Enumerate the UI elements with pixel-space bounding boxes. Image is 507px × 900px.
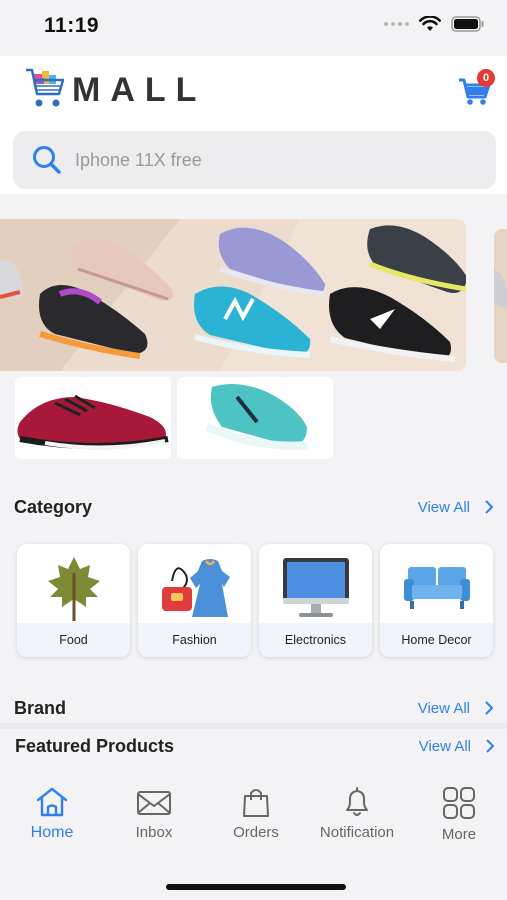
leaf-icon bbox=[47, 557, 100, 621]
search-input[interactable] bbox=[75, 149, 455, 171]
nav-label: More bbox=[441, 826, 477, 843]
featured-view-all-link[interactable]: View All bbox=[419, 738, 495, 755]
thumbnail-red-shoe[interactable] bbox=[15, 377, 171, 459]
home-icon bbox=[36, 787, 68, 817]
bell-icon bbox=[346, 787, 368, 816]
status-icons bbox=[384, 16, 485, 32]
brand-section-header: Brand View All bbox=[14, 695, 494, 721]
category-label: Electronics bbox=[259, 623, 372, 657]
grid-icon bbox=[443, 787, 475, 819]
mall-logo[interactable]: MALL bbox=[24, 68, 206, 112]
status-time: 11:19 bbox=[44, 14, 100, 37]
teal-shoe-image bbox=[177, 377, 333, 459]
featured-products-title: Featured Products bbox=[15, 735, 175, 756]
shopping-cart-logo-icon bbox=[26, 68, 64, 107]
nav-inbox[interactable]: Inbox bbox=[109, 786, 199, 841]
shopping-bag-icon bbox=[243, 789, 269, 817]
header: MALL 0 bbox=[0, 56, 507, 194]
fashion-icon bbox=[161, 559, 230, 617]
wifi-icon bbox=[419, 16, 441, 31]
featured-section-header: Featured Products View All bbox=[15, 733, 495, 759]
nav-orders[interactable]: Orders bbox=[211, 786, 301, 841]
bottom-navigation: Home Inbox Orders Notification More bbox=[0, 778, 507, 900]
chevron-right-icon bbox=[485, 500, 494, 514]
category-view-all-link[interactable]: View All bbox=[418, 499, 494, 516]
status-bar: 11:19 bbox=[0, 0, 507, 56]
view-all-label: View All bbox=[418, 737, 471, 755]
search-icon bbox=[33, 146, 61, 174]
category-card-home-decor[interactable]: Home Decor bbox=[380, 544, 493, 657]
category-label: Fashion bbox=[138, 623, 251, 657]
cart-count-badge: 0 bbox=[477, 69, 495, 87]
category-title: Category bbox=[14, 496, 93, 517]
category-list: Food Fashion Electronics Home Decor bbox=[17, 544, 493, 657]
category-card-fashion[interactable]: Fashion bbox=[138, 544, 251, 657]
view-all-label: View All bbox=[417, 699, 470, 717]
chevron-right-icon bbox=[485, 701, 494, 715]
nav-label: Home bbox=[30, 824, 74, 841]
monitor-icon bbox=[282, 558, 349, 617]
nav-label: Inbox bbox=[135, 824, 173, 841]
view-all-label: View All bbox=[417, 498, 470, 516]
red-shoe-image bbox=[15, 377, 171, 459]
brand-title: Brand bbox=[14, 697, 67, 718]
nav-label: Orders bbox=[233, 824, 279, 841]
category-card-food[interactable]: Food bbox=[17, 544, 130, 657]
nav-notification[interactable]: Notification bbox=[312, 786, 402, 841]
shoes-banner-illustration bbox=[0, 219, 466, 371]
category-label: Home Decor bbox=[380, 623, 493, 657]
logo-text: MALL bbox=[72, 70, 207, 109]
nav-home[interactable]: Home bbox=[7, 786, 97, 842]
nav-more[interactable]: More bbox=[414, 786, 504, 843]
brand-view-all-link[interactable]: View All bbox=[418, 700, 494, 717]
cart-button[interactable]: 0 bbox=[457, 69, 495, 108]
thumbnail-teal-shoe[interactable] bbox=[177, 377, 333, 459]
nav-label: Notification bbox=[319, 824, 395, 841]
category-label: Food bbox=[17, 623, 130, 657]
app-screen: 11:19 MALL 0 Iphone 11X free Category Vi… bbox=[0, 0, 507, 900]
promo-banner-image[interactable] bbox=[0, 219, 466, 371]
home-indicator[interactable] bbox=[166, 884, 346, 890]
chevron-right-icon bbox=[486, 739, 495, 753]
sofa-icon bbox=[403, 567, 470, 609]
category-section-header: Category View All bbox=[14, 494, 494, 520]
section-divider bbox=[0, 723, 507, 729]
battery-icon bbox=[451, 16, 484, 32]
search-bar[interactable] bbox=[13, 131, 496, 189]
category-card-electronics[interactable]: Electronics bbox=[259, 544, 372, 657]
mail-icon bbox=[137, 791, 171, 815]
signal-dots-icon bbox=[384, 22, 409, 26]
next-banner-peek[interactable] bbox=[494, 229, 507, 363]
banner-thumbnails bbox=[15, 377, 333, 459]
